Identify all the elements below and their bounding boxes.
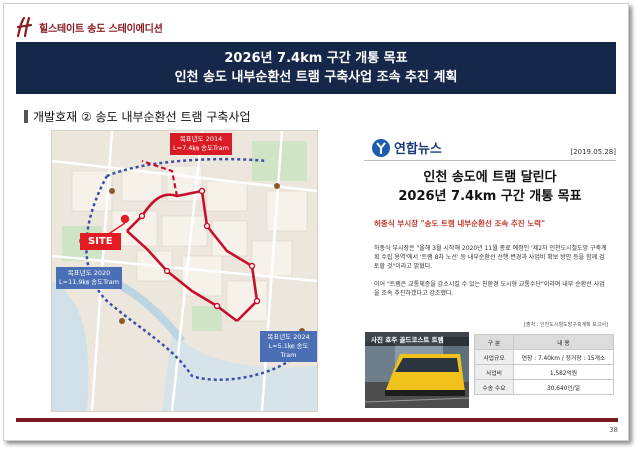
news-source-logo: 연합뉴스 [372,138,442,157]
section-marker-icon [24,110,28,123]
table-key: 사업비 [474,364,514,380]
news-date: [2019.05.28] [570,148,616,156]
divider [364,160,616,161]
source-note: [출처 : 인천도시철도망구축계획 보고서] [524,322,608,328]
tram-photo: 사진 호주 골드코스트 트램 [365,332,469,408]
brand-h-icon [14,16,36,38]
table-key: 수송 수요 [474,379,514,395]
section-heading: 개발호재 ② 송도 내부순환선 트램 구축사업 [24,108,251,125]
table-value: 연장 : 7.40km / 정거장 : 15개소 [513,349,614,365]
slide-page: 힐스테이트 송도 스테이에디션 2026년 7.4km 구간 개통 목표 인천 … [3,3,629,441]
banner-title-line2: 인천 송도 내부순환선 트램 구축사업 조속 추진 계획 [174,70,458,85]
news-paragraph: 이어 "트램은 교통체증을 감소시킬 수 있는 친환경 도시형 교통수단"이라며… [374,281,605,297]
table-header-row: 구 분 내 용 [474,334,614,350]
callout-phase-2024: 목표년도 2024 L=5.1㎞ 송도Tram [260,331,317,362]
page-number: 38 [609,426,618,434]
news-headline: 인천 송도에 트램 달린다 2026년 7.4km 구간 개통 목표 [398,170,582,204]
tram-route-map: 목표년도 2014 L=7.4㎞ 송도Tram 목표년도 2020 L=11.9… [51,130,318,412]
table-row: 사업비 1,582억원 [474,364,614,380]
yonhap-logo-icon [372,138,390,157]
news-article: 연합뉴스 [2019.05.28] 인천 송도에 트램 달린다 2026년 7.… [364,134,616,334]
brand-name: 힐스테이트 송도 스테이에디션 [39,23,163,35]
news-paragraph: 허종식 부시장은 "올해 3월 시작해 2020년 11월 종료 예정인 '제2… [374,245,607,270]
table-header: 내 용 [513,334,614,350]
section-heading-text: 개발호재 ② 송도 내부순환선 트램 구축사업 [33,110,251,124]
footer-bar [16,418,618,422]
table-row: 수송 수요 30,640인/일 [474,379,614,395]
brand-logo: 힐스테이트 송도 스테이에디션 [14,14,163,40]
callout-phase-2014: 목표년도 2014 L=7.4㎞ 송도Tram [170,133,232,155]
table-key: 사업규모 [474,349,514,365]
banner-title-line1: 2026년 7.4km 구간 개통 목표 [224,51,408,66]
callout-phase-2020: 목표년도 2020 L=11.9㎞ 송도Tram [56,267,123,289]
news-subhead: 허종식 부시장 "송도 트램 내부순환선 조속 추진 노력" [374,219,545,228]
photo-caption: 사진 호주 골드코스트 트램 [365,332,469,346]
project-info-table: 구 분 내 용 사업규모 연장 : 7.40km / 정거장 : 15개소 사업… [474,334,614,395]
table-row: 사업규모 연장 : 7.40km / 정거장 : 15개소 [474,349,614,365]
title-banner: 2026년 7.4km 구간 개통 목표 인천 송도 내부순환선 트램 구축사업… [16,42,616,94]
site-label: SITE [80,233,121,250]
table-header: 구 분 [474,334,514,350]
table-value: 1,582억원 [513,364,614,380]
table-value: 30,640인/일 [513,379,614,395]
news-source-name: 연합뉴스 [394,142,442,157]
